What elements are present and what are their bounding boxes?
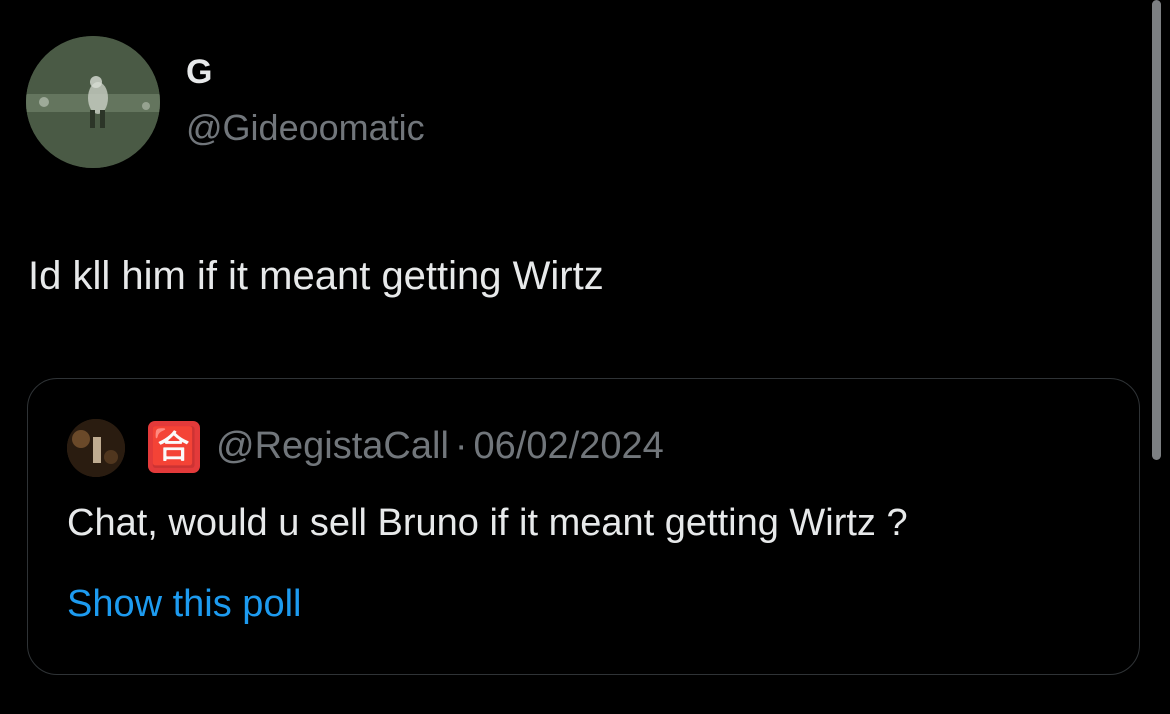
scrollbar[interactable]: [1152, 0, 1161, 460]
tweet-text: Id kll him if it meant getting Wirtz: [28, 254, 604, 298]
author-avatar[interactable]: [26, 36, 160, 168]
quoted-tweet-card[interactable]: 🈴 @RegistaCall · 06/02/2024 Chat, would u …: [27, 378, 1140, 675]
profile-photo-icon: [67, 419, 125, 477]
quoted-tweet-text: Chat, would u sell Bruno if it meant get…: [67, 502, 908, 544]
quoted-author-handle[interactable]: @RegistaCall: [216, 425, 449, 467]
profile-photo-icon: [26, 36, 160, 168]
quoted-author-avatar[interactable]: [67, 419, 125, 477]
meta-separator: ·: [454, 425, 468, 467]
name-emoji-icon: 🈴: [148, 421, 200, 473]
author-display-name[interactable]: G: [186, 52, 212, 92]
author-handle[interactable]: @Gideoomatic: [186, 106, 425, 150]
quoted-tweet-date[interactable]: 06/02/2024: [474, 425, 664, 467]
show-poll-link[interactable]: Show this poll: [67, 580, 301, 628]
quoted-tweet-meta: @RegistaCall · 06/02/2024: [216, 423, 664, 469]
